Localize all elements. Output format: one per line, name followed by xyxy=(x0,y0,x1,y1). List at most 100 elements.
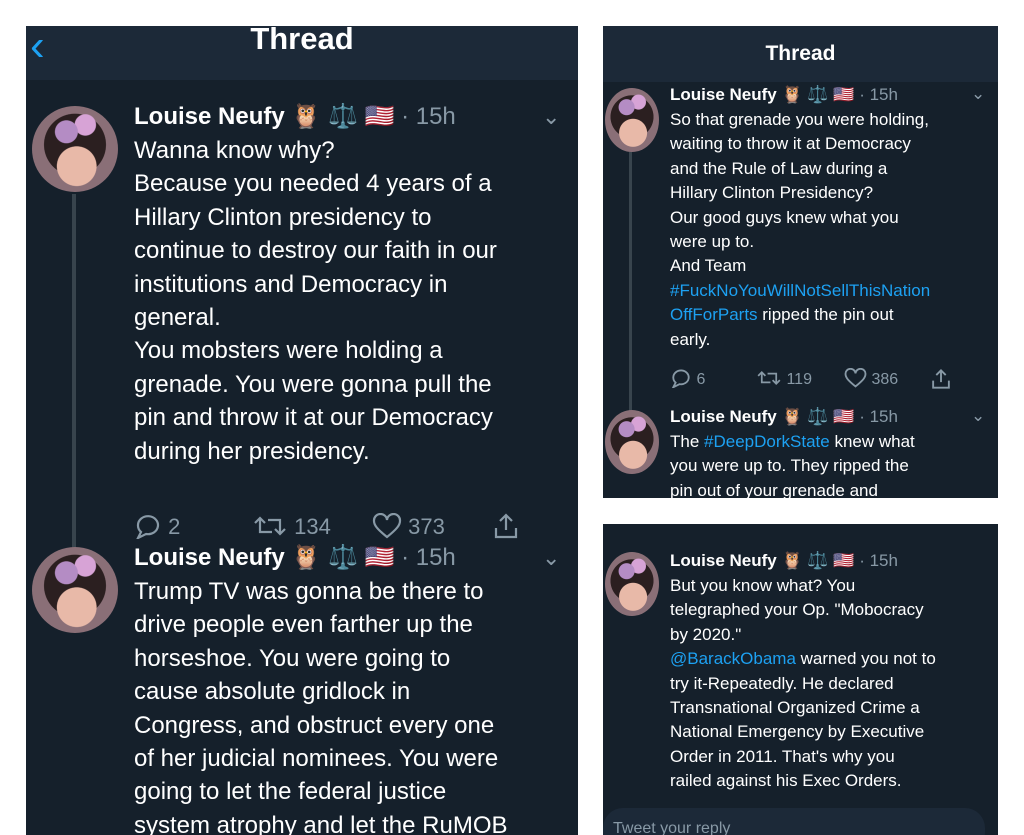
timestamp[interactable]: · 15h xyxy=(859,85,898,104)
scales-emoji: ⚖️ xyxy=(327,103,358,130)
reply-input[interactable]: Tweet your reply xyxy=(603,808,985,835)
text-line: were up to. xyxy=(670,232,755,252)
like-count: 386 xyxy=(871,371,899,388)
author-name[interactable]: Louise Neufy xyxy=(670,407,777,426)
text-line: Transnational Organized Crime a xyxy=(670,698,920,718)
share-button[interactable] xyxy=(930,368,952,392)
owl-emoji: 🦉 xyxy=(781,85,803,104)
text-line: cause absolute gridlock in xyxy=(134,678,411,706)
text-line: National Emergency by Executive xyxy=(670,722,925,742)
retweet-icon xyxy=(254,516,286,536)
text-line: Congress, and obstruct every one xyxy=(134,711,495,739)
timestamp[interactable]: · 15h xyxy=(401,544,456,571)
author-name[interactable]: Louise Neufy xyxy=(134,544,285,571)
retweet-count: 134 xyxy=(294,514,331,539)
tweet-header: Louise Neufy 🦉 ⚖️ 🇺🇸 · 15h xyxy=(670,550,898,572)
reply-icon xyxy=(135,515,160,541)
text-line: Our good guys knew what you xyxy=(670,207,899,227)
hashtag-link[interactable]: #DeepDorkState xyxy=(704,432,830,451)
text-line: early. xyxy=(670,329,711,349)
text-line: waiting to throw it at Democracy xyxy=(670,134,911,154)
text-line: Because you needed 4 years of a xyxy=(134,170,492,198)
text-line: by 2020." xyxy=(670,624,742,644)
text-line: The #DeepDorkState knew what xyxy=(670,430,915,454)
text-line: @BarackObama warned you not to xyxy=(670,647,936,671)
text-line: general. xyxy=(134,304,221,332)
right-top-thread-screenshot: Thread Louise Neufy 🦉 ⚖️ 🇺🇸 · 15h ⌄ So t… xyxy=(603,26,998,498)
chevron-down-icon[interactable]: ⌄ xyxy=(542,104,560,130)
tweet-header: Louise Neufy 🦉 ⚖️ 🇺🇸 · 15h xyxy=(670,84,898,106)
text-line: continue to destroy our faith in our xyxy=(134,237,497,265)
timestamp[interactable]: · 15h xyxy=(859,551,898,570)
thread-header: ‹ Thread xyxy=(26,26,578,80)
retweet-icon xyxy=(757,370,781,386)
heart-icon xyxy=(372,512,402,539)
tweet-actions: 2 134 373 xyxy=(134,512,554,542)
tweet-header: Louise Neufy 🦉 ⚖️ 🇺🇸 · 15h xyxy=(670,406,898,428)
us-flag-emoji: 🇺🇸 xyxy=(833,407,855,426)
tweet-text: The #DeepDorkState knew what you were up… xyxy=(670,430,915,498)
timestamp[interactable]: · 15h xyxy=(401,103,456,130)
left-thread-screenshot: ‹ Thread Louise Neufy 🦉 ⚖️ 🇺🇸 · 15h ⌄ Wa… xyxy=(26,26,578,835)
heart-icon xyxy=(844,367,867,388)
thread-connector xyxy=(629,152,632,412)
chevron-down-icon[interactable]: ⌄ xyxy=(971,84,985,104)
share-button[interactable] xyxy=(492,512,520,542)
text-line: railed against his Exec Orders. xyxy=(670,771,902,791)
share-icon xyxy=(494,513,518,539)
timestamp[interactable]: · 15h xyxy=(859,407,898,426)
thread-connector xyxy=(72,194,76,566)
text-line: Trump TV was gonna be there to xyxy=(134,578,484,605)
us-flag-emoji: 🇺🇸 xyxy=(364,544,395,571)
avatar[interactable] xyxy=(32,547,118,633)
owl-emoji: 🦉 xyxy=(781,407,803,426)
text-line: and the Rule of Law during a xyxy=(670,158,888,178)
chevron-down-icon[interactable]: ⌄ xyxy=(542,545,560,571)
text-line: horseshoe. You were going to xyxy=(134,644,451,672)
hashtag-line: #FuckNoYouWillNotSellThisNation xyxy=(670,279,930,303)
text-line: of her judicial nominees. You were xyxy=(134,745,499,773)
reply-count: 2 xyxy=(168,514,181,539)
cropped-action-row xyxy=(670,524,970,530)
text-line: pin out of your grenade and xyxy=(670,480,878,498)
right-bottom-thread-screenshot: Louise Neufy 🦉 ⚖️ 🇺🇸 · 15h But you know … xyxy=(603,524,998,835)
scales-emoji: ⚖️ xyxy=(807,85,829,104)
reply-icon xyxy=(671,369,690,390)
avatar[interactable] xyxy=(605,410,659,474)
text-line: during her presidency. xyxy=(134,437,370,465)
chevron-down-icon[interactable]: ⌄ xyxy=(971,406,985,426)
tweet-text: Wanna know why? Because you needed 4 yea… xyxy=(134,134,497,468)
author-name[interactable]: Louise Neufy xyxy=(670,551,777,570)
avatar[interactable] xyxy=(605,88,659,152)
text-line: institutions and Democracy in xyxy=(134,270,448,298)
author-name[interactable]: Louise Neufy xyxy=(670,85,777,104)
author-name[interactable]: Louise Neufy xyxy=(134,103,285,130)
text-fragment: warned you not to xyxy=(795,649,936,669)
avatar[interactable] xyxy=(32,106,118,192)
tweet-text: But you know what? You telegraphed your … xyxy=(670,574,936,794)
reply-button[interactable]: 2 xyxy=(134,512,180,542)
text-fragment: ripped the pin out xyxy=(757,305,894,325)
text-line: Order in 2011. That's why you xyxy=(670,746,895,766)
retweet-button[interactable]: 119 xyxy=(756,368,812,391)
scales-emoji: ⚖️ xyxy=(807,407,829,426)
hashtag-link[interactable]: #FuckNoYouWillNotSellThisNation xyxy=(670,281,930,300)
text-line: Wanna know why? xyxy=(134,137,335,164)
us-flag-emoji: 🇺🇸 xyxy=(833,551,855,570)
reply-placeholder: Tweet your reply xyxy=(613,820,731,835)
mention-link[interactable]: @BarackObama xyxy=(670,649,796,668)
share-icon xyxy=(932,369,950,389)
reply-count: 6 xyxy=(696,371,706,388)
retweet-count: 119 xyxy=(786,371,812,388)
avatar[interactable] xyxy=(605,552,659,616)
like-button[interactable]: 386 xyxy=(844,367,899,391)
text-line: telegraphed your Op. "Mobocracy xyxy=(670,600,924,620)
text-line: you were up to. They ripped the xyxy=(670,456,909,476)
tweet-text: So that grenade you were holding, waitin… xyxy=(670,108,930,352)
thread-header: Thread xyxy=(603,26,998,82)
retweet-button[interactable]: 134 xyxy=(252,512,331,542)
scales-emoji: ⚖️ xyxy=(807,551,829,570)
like-button[interactable]: 373 xyxy=(372,512,445,542)
hashtag-link[interactable]: OffForParts xyxy=(670,305,758,324)
reply-button[interactable]: 6 xyxy=(670,368,705,391)
